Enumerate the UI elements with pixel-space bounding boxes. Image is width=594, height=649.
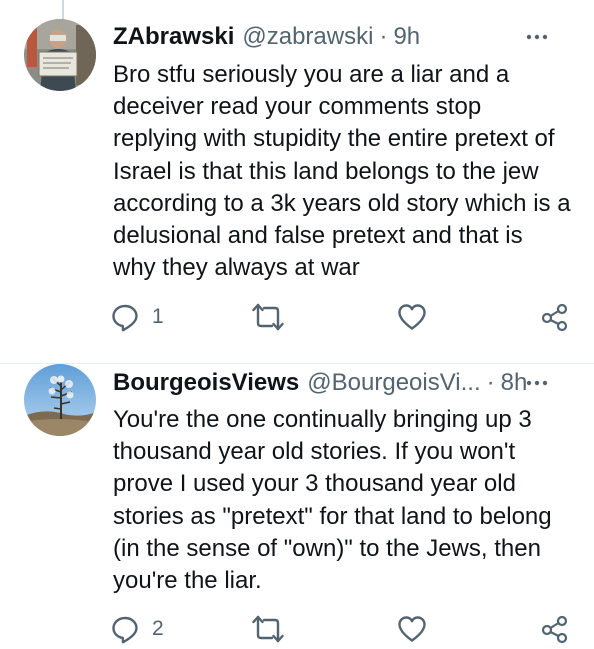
tweet-header: ZAbrawski @zabrawski · 9h — [113, 20, 574, 54]
tweet-text-line: Bro stfu seriously you are a liar and a — [113, 61, 510, 88]
separator-dot: · — [486, 369, 495, 396]
tweet-actions: 2 — [0, 609, 594, 649]
tweet-header: BourgeoisViews @BourgeoisVi... · 8h — [113, 366, 574, 400]
tweet-text: You're the one continually bringing up 3… — [113, 404, 583, 597]
display-name[interactable]: ZAbrawski — [113, 23, 234, 51]
retweet-button[interactable] — [252, 297, 296, 337]
tweet-text-line: why they always at war — [113, 254, 360, 282]
tweet-text-line: You're the one continually bringing up 3 — [113, 406, 532, 433]
like-button[interactable] — [397, 297, 439, 337]
winter-tree-avatar-icon — [24, 364, 96, 436]
display-name[interactable]: BourgeoisViews — [113, 369, 299, 397]
tweet-text-line: Israel is that this land belongs to the … — [113, 157, 539, 185]
tweet-text-line: delusional and false pretext and that is — [113, 222, 523, 250]
heart-icon — [398, 304, 426, 330]
tweet-text-line: thousand year old stories. If you won't — [113, 438, 516, 466]
tweet-text-line: prove I used your 3 thousand year old — [113, 470, 516, 498]
like-button[interactable] — [397, 609, 439, 649]
user-handle[interactable]: @BourgeoisVi... — [307, 369, 480, 397]
tweet-text: Bro stfu seriously you are a liar and a … — [113, 59, 583, 284]
retweet-button[interactable] — [252, 609, 296, 649]
reply-button[interactable]: 1 — [110, 297, 164, 337]
reply-button[interactable]: 2 — [110, 609, 164, 649]
reply-icon — [112, 616, 138, 644]
tweet[interactable]: ZAbrawski @zabrawski · 9h Bro stfu serio… — [0, 0, 594, 364]
tweet-text-line: you're the liar. — [113, 567, 262, 595]
tweet-text-line: according to a 3k years old story which … — [113, 189, 571, 217]
avatar[interactable] — [24, 364, 96, 436]
tweet-text-line: (in the sense of "own)" to the Jews, the… — [113, 534, 541, 562]
share-icon — [541, 303, 568, 332]
tweet-text-line: stories as "pretext" for that land to be… — [113, 502, 552, 530]
retweet-icon — [252, 615, 284, 643]
person-with-sign-avatar-icon — [24, 19, 96, 91]
avatar[interactable] — [24, 19, 96, 91]
reply-count: 2 — [152, 617, 164, 640]
share-icon — [541, 615, 568, 644]
share-button[interactable] — [540, 297, 570, 337]
more-options-icon[interactable] — [526, 20, 548, 54]
tweet[interactable]: BourgeoisViews @BourgeoisVi... · 8h You'… — [0, 364, 594, 644]
retweet-icon — [252, 303, 284, 331]
timestamp[interactable]: 9h — [393, 23, 420, 51]
tweet-text-line: replying with stupidity the entire prete… — [113, 125, 555, 153]
share-button[interactable] — [540, 609, 570, 649]
more-options-icon[interactable] — [526, 366, 548, 400]
tweet-actions: 1 — [0, 297, 594, 337]
timestamp[interactable]: 8h — [501, 369, 528, 397]
reply-count: 1 — [152, 305, 164, 328]
tweet-text-line: deceiver read your comments stop — [113, 93, 482, 121]
user-handle[interactable]: @zabrawski — [242, 23, 373, 51]
reply-icon — [112, 304, 138, 332]
separator-dot: · — [379, 23, 388, 50]
